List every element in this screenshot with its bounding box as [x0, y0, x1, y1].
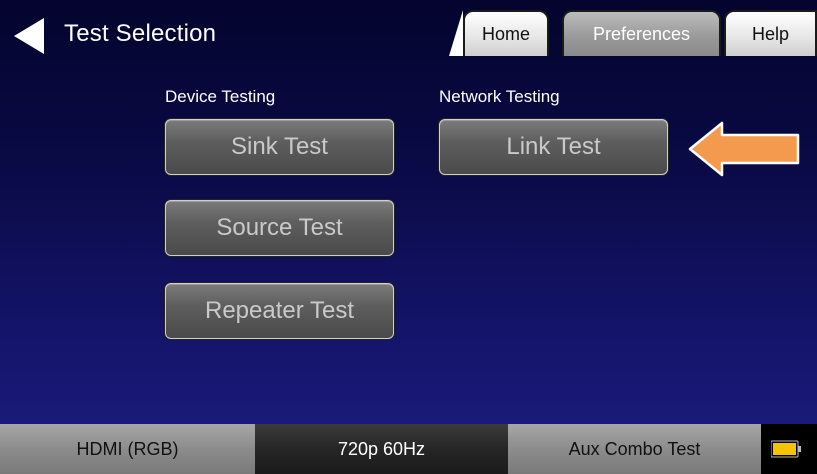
test-mode-status[interactable]: Aux Combo Test — [508, 424, 761, 474]
back-button[interactable] — [8, 14, 52, 58]
tab-home[interactable]: Home — [463, 10, 549, 56]
page-title: Test Selection — [64, 20, 217, 47]
interface-status[interactable]: HDMI (RGB) — [0, 424, 255, 474]
tab-notch — [449, 10, 463, 56]
back-arrow-icon — [14, 18, 44, 54]
tab-preferences[interactable]: Preferences — [562, 10, 721, 56]
resolution-status[interactable]: 720p 60Hz — [255, 424, 508, 474]
source-test-button[interactable]: Source Test — [165, 200, 394, 256]
battery-icon — [771, 440, 801, 458]
status-footer: HDMI (RGB) 720p 60Hz Aux Combo Test — [0, 424, 817, 474]
link-test-button[interactable]: Link Test — [439, 119, 668, 175]
header-bar: Test Selection Home Preferences Help — [0, 0, 817, 68]
tab-help[interactable]: Help — [724, 10, 817, 56]
screen: Test Selection Home Preferences Help Dev… — [0, 0, 817, 474]
network-testing-label: Network Testing — [439, 87, 560, 106]
device-testing-label: Device Testing — [165, 87, 276, 106]
sink-test-button[interactable]: Sink Test — [165, 119, 394, 175]
highlight-arrow-icon — [688, 121, 800, 177]
repeater-test-button[interactable]: Repeater Test — [165, 283, 394, 339]
